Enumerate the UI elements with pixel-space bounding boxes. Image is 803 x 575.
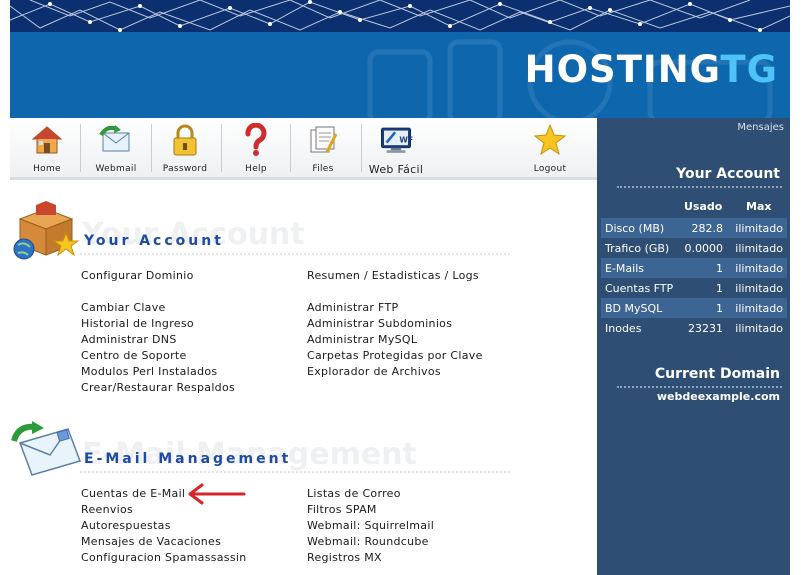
link-filtros-spam[interactable]: Filtros SPAM <box>307 503 377 516</box>
link-centro-soporte[interactable]: Centro de Soporte <box>81 349 187 362</box>
network-pattern <box>10 0 790 32</box>
main-content: Your Account Your Account Configurar Dom… <box>10 183 597 575</box>
usage-used: 1 <box>716 282 723 295</box>
usage-max: ilimitado <box>735 242 783 255</box>
toolbar-divider <box>151 124 152 172</box>
usage-used: 0.0000 <box>684 242 724 255</box>
toolbar-logout-label: Logout <box>533 164 567 174</box>
padlock-icon <box>167 122 203 158</box>
link-historial-ingreso[interactable]: Historial de Ingreso <box>81 317 194 330</box>
usage-max: ilimitado <box>735 222 783 235</box>
account-sidebar: Mensajes Your Account Usado Max Disco (M… <box>597 118 790 575</box>
section-divider <box>80 471 510 473</box>
toolbar-home-label: Home <box>33 164 61 174</box>
usage-row: Disco (MB) 282.8 ilimitado <box>601 218 787 238</box>
usage-label: Inodes <box>605 322 642 335</box>
toolbar-logout[interactable]: Logout <box>530 122 570 176</box>
usage-row: Inodes 23231 ilimitado <box>601 318 787 338</box>
usage-label: Cuentas FTP <box>605 282 674 295</box>
house-icon <box>29 122 65 158</box>
usage-used: 1 <box>716 262 723 275</box>
link-administrar-subdominios[interactable]: Administrar Subdominios <box>307 317 452 330</box>
link-listas-correo[interactable]: Listas de Correo <box>307 487 401 500</box>
link-resumen-estadisticas[interactable]: Resumen / Estadisticas / Logs <box>307 269 479 282</box>
toolbar-help[interactable]: Help <box>238 122 274 176</box>
usage-label: E-Mails <box>605 262 644 275</box>
link-autorespuestas[interactable]: Autorespuestas <box>81 519 171 532</box>
link-mensajes-vacaciones[interactable]: Mensajes de Vacaciones <box>81 535 221 548</box>
usage-row: BD MySQL 1 ilimitado <box>601 298 787 318</box>
link-registros-mx[interactable]: Registros MX <box>307 551 382 564</box>
usage-max: ilimitado <box>735 302 783 315</box>
documents-icon <box>305 122 341 158</box>
toolbar-password[interactable]: Password <box>162 122 208 176</box>
toolbar-divider <box>80 124 81 172</box>
usage-row: E-Mails 1 ilimitado <box>601 258 787 278</box>
main-toolbar: Home Webmail Password Help Files WF Web … <box>10 118 597 180</box>
star-icon <box>532 122 568 158</box>
link-configurar-dominio[interactable]: Configurar Dominio <box>81 269 194 282</box>
toolbar-divider <box>361 124 362 172</box>
toolbar-webmail[interactable]: Webmail <box>92 122 140 176</box>
header-banner: HOSTINGTG <box>0 0 803 118</box>
link-administrar-dns[interactable]: Administrar DNS <box>81 333 177 346</box>
link-modulos-perl[interactable]: Modulos Perl Instalados <box>81 365 217 378</box>
usage-row: Trafico (GB) 0.0000 ilimitado <box>601 238 787 258</box>
hostingtg-logo: HOSTINGTG <box>524 48 778 91</box>
page: HOSTINGTG Home Webmail Password Help Fil… <box>0 0 803 575</box>
webfacil-icon: WF <box>378 122 414 158</box>
mensajes-link[interactable]: Mensajes <box>737 122 784 133</box>
usage-table: Disco (MB) 282.8 ilimitado Trafico (GB) 0.0… <box>601 218 787 338</box>
col-usado: Usado <box>684 200 723 213</box>
link-webmail-squirrelmail[interactable]: Webmail: Squirrelmail <box>307 519 434 532</box>
banner-background: HOSTINGTG <box>10 0 790 118</box>
link-webmail-roundcube[interactable]: Webmail: Roundcube <box>307 535 429 548</box>
your-account-heading: Your Account <box>676 166 780 182</box>
toolbar-divider <box>221 124 222 172</box>
webfacil-badge: WF <box>399 136 413 145</box>
link-carpetas-protegidas[interactable]: Carpetas Protegidas por Clave <box>307 349 483 362</box>
link-crear-restaurar-respaldos[interactable]: Crear/Restaurar Respaldos <box>81 381 235 394</box>
usage-label: Trafico (GB) <box>605 242 670 255</box>
link-configuracion-spamassassin[interactable]: Configuracion Spamassassin <box>81 551 246 564</box>
toolbar-files[interactable]: Files <box>305 122 341 176</box>
usage-used: 1 <box>716 302 723 315</box>
divider <box>617 186 782 188</box>
usage-used: 282.8 <box>691 222 724 235</box>
usage-table-header: Usado Max <box>597 198 790 216</box>
usage-max: ilimitado <box>735 282 783 295</box>
link-explorador-archivos[interactable]: Explorador de Archivos <box>307 365 441 378</box>
link-administrar-ftp[interactable]: Administrar FTP <box>307 301 398 314</box>
link-cuentas-email[interactable]: Cuentas de E-Mail <box>81 487 185 500</box>
toolbar-help-label: Help <box>245 164 267 174</box>
col-max: Max <box>746 200 772 213</box>
toolbar-home[interactable]: Home <box>28 122 66 176</box>
toolbar-web-facil[interactable]: WF Web Fácil <box>368 122 424 176</box>
divider <box>617 386 782 388</box>
link-administrar-mysql[interactable]: Administrar MySQL <box>307 333 417 346</box>
toolbar-files-label: Files <box>312 164 334 174</box>
question-mark-icon <box>238 122 274 158</box>
section-divider <box>80 253 510 255</box>
usage-max: ilimitado <box>735 262 783 275</box>
usage-label: Disco (MB) <box>605 222 665 235</box>
usage-max: ilimitado <box>735 322 783 335</box>
current-domain-heading: Current Domain <box>654 366 780 382</box>
envelope-icon <box>98 122 134 158</box>
toolbar-web-facil-label: Web Fácil <box>368 163 424 176</box>
current-domain-value: webdeexample.com <box>656 390 780 403</box>
link-reenvios[interactable]: Reenvios <box>81 503 133 516</box>
usage-used: 23231 <box>688 322 723 335</box>
red-arrow-annotation <box>188 483 246 505</box>
your-account-title: Your Account <box>84 233 224 249</box>
email-envelope-icon <box>10 421 82 481</box>
account-box-icon <box>12 201 80 267</box>
link-cambiar-clave[interactable]: Cambiar Clave <box>81 301 166 314</box>
toolbar-divider <box>290 124 291 172</box>
usage-label: BD MySQL <box>605 302 663 315</box>
email-management-title: E-Mail Management <box>84 451 292 467</box>
usage-row: Cuentas FTP 1 ilimitado <box>601 278 787 298</box>
toolbar-webmail-label: Webmail <box>95 164 137 174</box>
toolbar-password-label: Password <box>162 164 208 174</box>
